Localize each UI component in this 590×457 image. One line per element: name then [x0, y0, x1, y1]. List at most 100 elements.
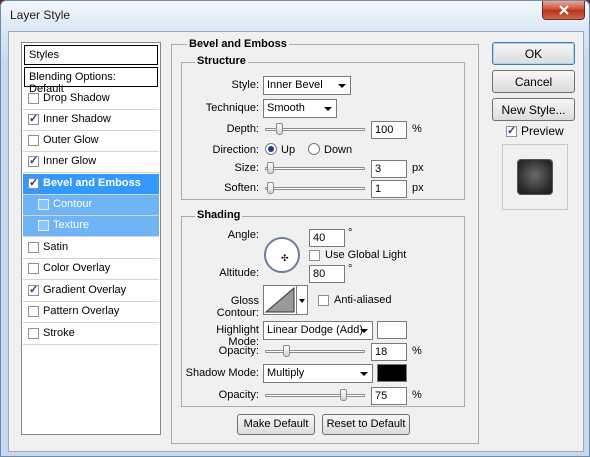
- chevron-down-icon: [324, 107, 332, 111]
- depth-input[interactable]: 100: [371, 121, 407, 139]
- reset-default-button[interactable]: Reset to Default: [322, 414, 410, 435]
- anti-aliased-label: Anti-aliased: [334, 294, 392, 306]
- angle-unit: °: [348, 227, 353, 239]
- style-item-pattern-overlay[interactable]: Pattern Overlay: [23, 302, 159, 323]
- preview-checkbox[interactable]: [506, 124, 517, 137]
- outer-glow-checkbox[interactable]: [28, 135, 39, 146]
- highlight-mode-dropdown[interactable]: Linear Dodge (Add): [263, 321, 373, 340]
- depth-slider-thumb[interactable]: [276, 123, 283, 135]
- highlight-opacity-slider[interactable]: [265, 345, 365, 357]
- highlight-mode-value: Linear Dodge (Add): [267, 324, 364, 336]
- style-dropdown[interactable]: Inner Bevel: [263, 76, 351, 95]
- close-icon: [558, 5, 569, 15]
- soften-slider-thumb[interactable]: [267, 182, 274, 194]
- depth-slider[interactable]: [265, 123, 365, 135]
- drop-shadow-checkbox[interactable]: [28, 93, 39, 104]
- style-item-texture[interactable]: Texture: [23, 216, 159, 237]
- preview-label: Preview: [521, 124, 564, 138]
- shadow-mode-dropdown[interactable]: Multiply: [263, 364, 373, 383]
- inner-shadow-checkbox[interactable]: [28, 112, 39, 125]
- style-item-inner-glow[interactable]: Inner Glow: [23, 152, 159, 173]
- size-unit: px: [412, 162, 424, 174]
- style-item-label: Texture: [53, 219, 90, 231]
- pattern-overlay-checkbox[interactable]: [28, 306, 39, 317]
- dialog-body: Styles Blending Options: Default Drop Sh…: [8, 31, 584, 452]
- shadow-mode-label: Shadow Mode:: [185, 367, 259, 379]
- highlight-opacity-thumb[interactable]: [283, 345, 290, 357]
- layer-style-dialog: Layer Style Styles Blending Options: Def…: [0, 0, 590, 457]
- soften-label: Soften:: [224, 182, 259, 194]
- style-item-label: Drop Shadow: [43, 92, 110, 104]
- blending-options-item[interactable]: Blending Options: Default: [24, 67, 158, 95]
- style-label: Style:: [231, 79, 259, 91]
- satin-checkbox[interactable]: [28, 242, 39, 253]
- texture-checkbox[interactable]: [38, 220, 49, 231]
- size-slider[interactable]: [265, 162, 365, 174]
- new-style-button[interactable]: New Style...: [492, 98, 575, 121]
- global-light-checkbox[interactable]: [309, 250, 320, 261]
- angle-label: Angle:: [227, 229, 259, 241]
- gloss-contour-picker[interactable]: [263, 285, 297, 315]
- title-bar[interactable]: Layer Style: [1, 1, 590, 31]
- gloss-contour-dropdown[interactable]: [297, 285, 308, 315]
- shadow-opacity-slider[interactable]: [265, 389, 365, 401]
- style-item-contour[interactable]: Contour: [23, 195, 159, 216]
- shadow-opacity-thumb[interactable]: [340, 389, 347, 401]
- highlight-opacity-input[interactable]: 18: [371, 343, 407, 361]
- style-item-label: Satin: [43, 241, 69, 253]
- chevron-down-icon: [360, 372, 368, 376]
- style-item-satin[interactable]: Satin: [23, 238, 159, 259]
- altitude-label: Altitude:: [219, 267, 259, 279]
- style-item-label: Gradient Overlay: [43, 284, 127, 296]
- altitude-unit: °: [348, 263, 353, 275]
- inner-glow-checkbox[interactable]: [28, 154, 39, 167]
- stroke-checkbox[interactable]: [28, 328, 39, 339]
- style-item-bevel-emboss[interactable]: Bevel and Emboss: [23, 174, 159, 195]
- style-item-color-overlay[interactable]: Color Overlay: [23, 259, 159, 280]
- shadow-opacity-input[interactable]: 75: [371, 387, 407, 405]
- style-item-gradient-overlay[interactable]: Gradient Overlay: [23, 281, 159, 302]
- close-button[interactable]: [542, 1, 585, 20]
- size-slider-thumb[interactable]: [267, 162, 274, 174]
- bevel-emboss-checkbox[interactable]: [28, 176, 39, 189]
- direction-down-radio[interactable]: [308, 143, 320, 155]
- gradient-overlay-checkbox[interactable]: [28, 283, 39, 296]
- technique-dropdown[interactable]: Smooth: [263, 99, 337, 118]
- style-item-drop-shadow[interactable]: Drop Shadow: [23, 89, 159, 110]
- soften-slider[interactable]: [265, 182, 365, 194]
- angle-dial[interactable]: ✣: [264, 237, 300, 273]
- shadow-color-swatch[interactable]: [377, 364, 407, 382]
- shadow-opacity-label: Opacity:: [218, 389, 259, 401]
- contour-checkbox[interactable]: [38, 199, 49, 210]
- structure-title: Structure: [195, 55, 248, 67]
- style-item-label: Color Overlay: [43, 262, 111, 274]
- style-item-label: Inner Shadow: [43, 113, 111, 125]
- angle-input[interactable]: 40: [309, 229, 345, 247]
- altitude-input[interactable]: 80: [309, 265, 345, 283]
- make-default-button[interactable]: Make Default: [237, 414, 315, 435]
- depth-label: Depth:: [226, 123, 259, 135]
- crosshair-icon: ✣: [281, 253, 289, 263]
- shading-title: Shading: [195, 209, 243, 221]
- direction-up-label: Up: [281, 144, 296, 156]
- style-item-inner-shadow[interactable]: Inner Shadow: [23, 110, 159, 131]
- soften-input[interactable]: 1: [371, 180, 407, 198]
- highlight-color-swatch[interactable]: [377, 321, 407, 339]
- style-item-outer-glow[interactable]: Outer Glow: [23, 131, 159, 152]
- ok-button[interactable]: OK: [492, 42, 575, 65]
- color-overlay-checkbox[interactable]: [28, 263, 39, 274]
- style-item-label: Pattern Overlay: [43, 305, 120, 317]
- style-item-label: Stroke: [43, 327, 75, 339]
- cancel-button[interactable]: Cancel: [492, 70, 575, 93]
- styles-header[interactable]: Styles: [24, 45, 158, 65]
- technique-label: Technique:: [205, 102, 259, 114]
- chevron-down-icon: [360, 329, 368, 333]
- anti-aliased-checkbox[interactable]: [318, 295, 329, 306]
- style-preview: [502, 144, 568, 210]
- gloss-contour-label: Gloss Contour:: [216, 295, 259, 319]
- style-item-label: Contour: [53, 198, 93, 210]
- chevron-down-icon: [299, 299, 305, 303]
- size-input[interactable]: 3: [371, 160, 407, 178]
- direction-up-radio[interactable]: [265, 143, 277, 155]
- style-item-stroke[interactable]: Stroke: [23, 324, 159, 345]
